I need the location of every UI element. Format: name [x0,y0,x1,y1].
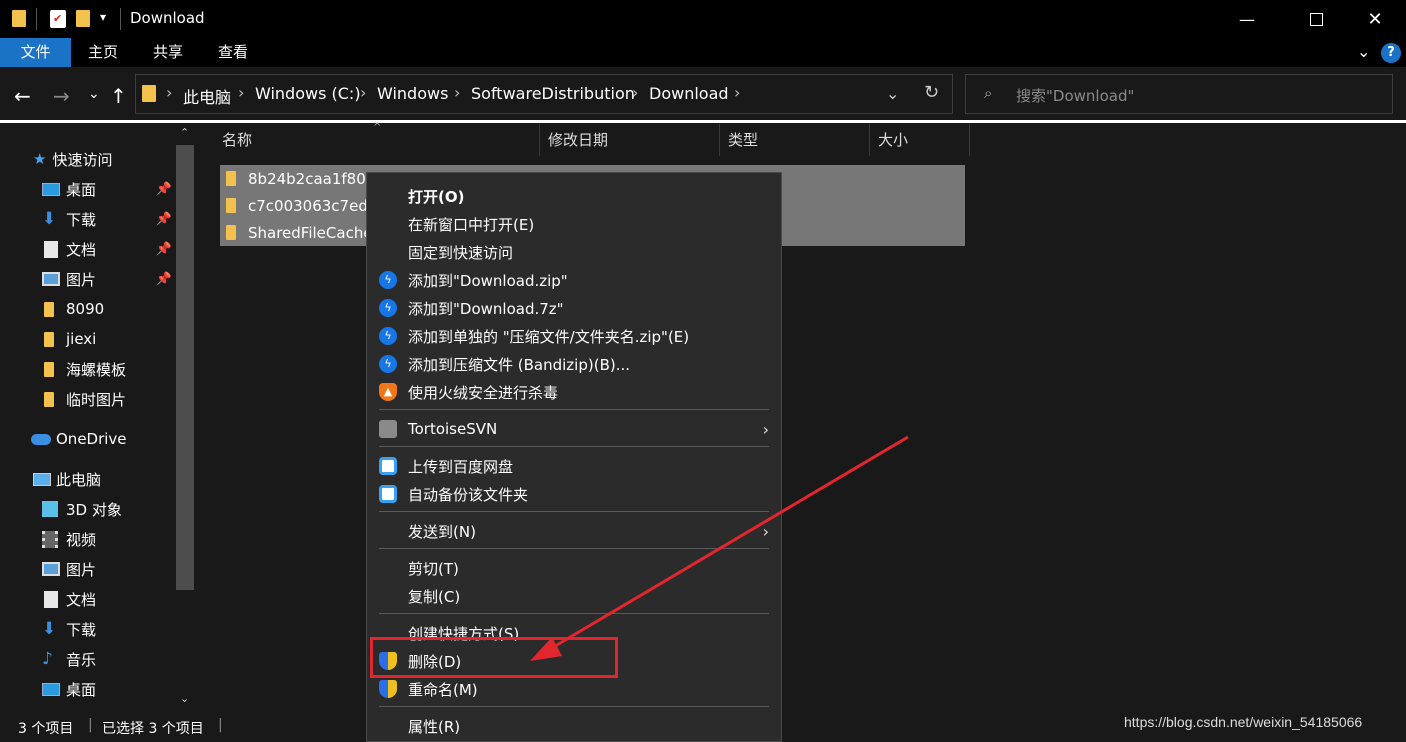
explorer-window: ✔ ▾ Download — ✕ 文件 主页 共享 查看 ⌄ ? ← → ⌄ ↑… [0,0,1406,742]
annotation-arrow [530,435,909,661]
watermark: https://blog.csdn.net/weixin_54185066 [1124,714,1363,730]
